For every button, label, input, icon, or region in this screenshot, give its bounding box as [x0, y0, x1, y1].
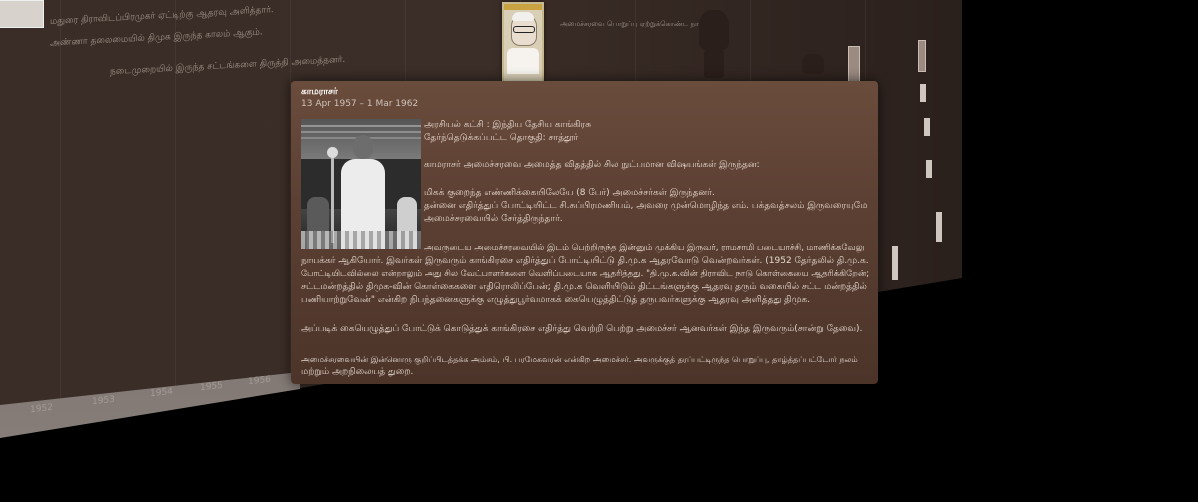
portrait-thumbnail[interactable]: [892, 246, 898, 280]
event-detail-popup[interactable]: காமராசர் 13 Apr 1957 – 1 Mar 1962 அரசியல…: [291, 81, 878, 384]
detail-line: அமைச்சரவையில் சேர்த்திருந்தார்.: [424, 214, 563, 224]
detail-line-party: அரசியல் கட்சி : இந்திய தேசிய காங்கிரசு: [424, 120, 592, 130]
detail-line: சட்டமன்றத்தில் திமுக-வின் கொள்கைகளை எதிர…: [301, 282, 867, 292]
wall-text-2: அண்ணா தலைமையில் திமுக இருந்த காலம் ஆகும்…: [50, 27, 263, 49]
wall-text-4: அமைச்சரவை பொறுப்பு ஏற்றுக்கொண்ட நாள்.: [560, 20, 708, 28]
wall-text-1: மதுரை திராவிடப்பிரமுகர் ஏட்டிற்கு ஆதரவு …: [50, 5, 274, 27]
wall-text-3: நடைமுறையில் இருந்த சட்டங்களை திருத்தி அம…: [110, 54, 346, 78]
detail-line: அவருடைய அமைச்சரவையில் இடம் பெற்றிருந்த இ…: [424, 243, 865, 253]
detail-line: அப்படிக் கையெழுத்துப் போட்டுக் கொடுத்துக…: [301, 324, 863, 334]
detail-line-constituency: தேர்ந்தெடுக்கப்பட்ட தொகுதி: சாத்தூர்: [424, 133, 579, 143]
emblem-icon: [694, 6, 734, 80]
event-title: காமராசர்: [301, 87, 338, 97]
portrait-thumbnail[interactable]: [924, 118, 930, 136]
event-dates: 13 Apr 1957 – 1 Mar 1962: [301, 99, 419, 109]
timeline-thumbnail[interactable]: [0, 0, 44, 28]
portrait-thumbnail[interactable]: [918, 40, 926, 72]
detail-line: காமராசர் அமைச்சரவை அமைத்த விதத்தில் சில …: [424, 160, 760, 170]
portrait-thumbnail[interactable]: [936, 212, 942, 242]
portrait-thumbnail[interactable]: [920, 84, 926, 102]
detail-line: போட்டியிடவில்லை என்றாலும் அது சில வேட்பா…: [301, 269, 870, 279]
portrait-thumbnail[interactable]: [848, 46, 860, 82]
detail-line: பணியாற்றுவேன்" என்கிற நிபந்தனைகளுக்கு எழ…: [301, 295, 811, 305]
detail-line: மிகக் குறைந்த எண்ணிக்கையிலேயே (8 பேர்) அ…: [424, 188, 715, 198]
detail-line: மற்றும் அறநிலையத் துறை.: [301, 367, 414, 377]
detail-line: அமைச்சரவையின் இன்னொரு குறிப்பிடத்தக்க அம…: [301, 355, 858, 364]
detail-line: தன்னை எதிர்த்துப் போட்டியிட்ட சி.சுப்பிர…: [424, 201, 868, 211]
emblem-small-icon: [802, 54, 824, 80]
stamp-portrait-thumbnail[interactable]: [502, 2, 544, 84]
detail-line: நாயக்கர் ஆகியோர். இவர்கள் இருவரும் காங்க…: [301, 256, 869, 266]
portrait-thumbnail[interactable]: [926, 160, 932, 178]
event-photo: [301, 119, 421, 249]
